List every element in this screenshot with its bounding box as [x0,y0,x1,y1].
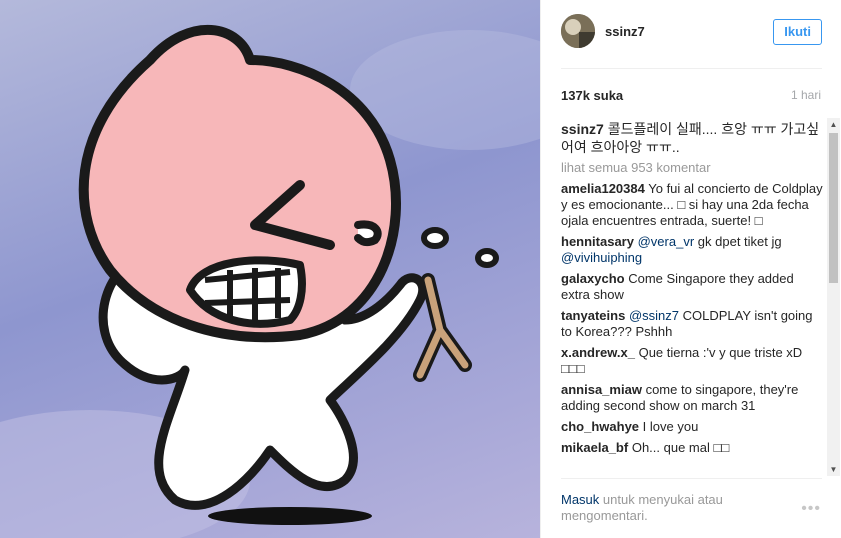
scroll-down-icon[interactable]: ▼ [827,463,840,476]
comment-user[interactable]: annisa_miaw [561,382,642,397]
scroll-up-icon[interactable]: ▲ [827,118,840,131]
header-divider [561,68,822,69]
apeach-illustration [0,24,540,538]
comment: galaxycho Come Singapore they added extr… [561,271,823,303]
like-count[interactable]: 137k suka [561,88,623,103]
comment-user[interactable]: amelia120384 [561,181,645,196]
comment-user[interactable]: galaxycho [561,271,625,286]
login-link[interactable]: Masuk [561,492,599,507]
caption-user[interactable]: ssinz7 [561,121,604,137]
comment-user[interactable]: mikaela_bf [561,440,628,455]
username[interactable]: ssinz7 [605,24,645,39]
comment: annisa_miaw come to singapore, they're a… [561,382,823,414]
avatar[interactable] [561,14,595,48]
comments-scrollbar[interactable]: ▲ ▼ [827,118,840,476]
comment-text: I love you [642,419,699,434]
comment-list: ssinz7 콜드플레이 실패.... 흐앙 ㅠㅠ 가고싶어여 흐아아앙 ㅠㅠ.… [561,120,823,476]
comment: mikaela_bf Oh... que mal □□ [561,440,823,456]
comment: amelia120384 Yo fui al concierto de Cold… [561,181,823,229]
comment-mention[interactable]: @vera_vr [638,234,695,249]
login-prompt: Masuk untuk menyukai atau mengomentari. [561,492,761,524]
view-all-comments-link[interactable]: lihat semua 953 komentar [561,160,823,176]
comment-mention[interactable]: @ssinz7 [629,308,679,323]
post-time[interactable]: 1 hari [791,88,821,102]
comment-user[interactable]: x.andrew.x_ [561,345,635,360]
post-image[interactable] [0,0,540,538]
comment-user[interactable]: tanyateins [561,308,625,323]
comment-text: gk dpet tiket jg [697,234,782,249]
footer-divider [561,478,822,479]
scroll-thumb[interactable] [829,133,838,283]
comment: tanyateins @ssinz7 COLDPLAY isn't going … [561,308,823,340]
post-header: ssinz7 Ikuti [561,14,822,54]
more-options-icon[interactable]: ••• [801,500,821,518]
comment-user[interactable]: hennitasary [561,234,634,249]
caption: ssinz7 콜드플레이 실패.... 흐앙 ㅠㅠ 가고싶어여 흐아아앙 ㅠㅠ.… [561,120,823,156]
comment: cho_hwahye I love you [561,419,823,435]
comment-user[interactable]: cho_hwahye [561,419,639,434]
comment: x.andrew.x_ Que tierna :'v y que triste … [561,345,823,377]
post-sidebar: ssinz7 Ikuti 137k suka 1 hari ssinz7 콜드플… [540,0,841,538]
follow-button[interactable]: Ikuti [773,19,822,45]
comment-text: Oh... que mal □□ [631,440,730,455]
comment: hennitasary @vera_vr gk dpet tiket jg @v… [561,234,823,266]
comment-mention[interactable]: @vivihuiphing [561,250,642,265]
